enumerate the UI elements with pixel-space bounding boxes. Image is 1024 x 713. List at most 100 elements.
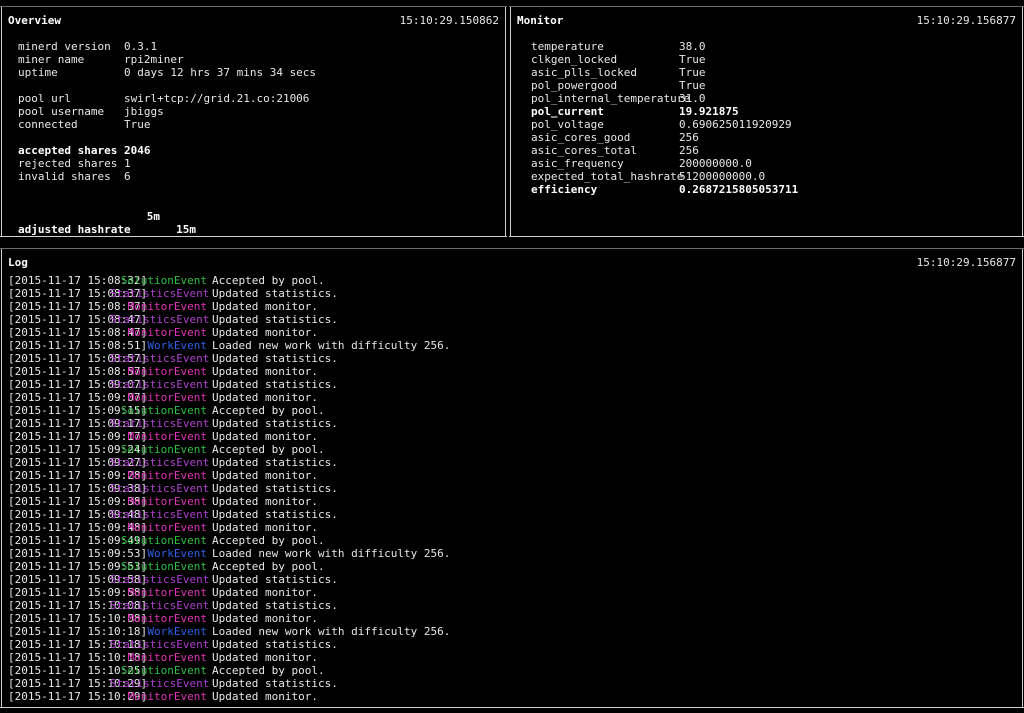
overview-clock: 15:10:29.150862 [400, 14, 499, 27]
log-entry-message: Updated monitor. [212, 521, 318, 534]
log-entry-event-type: SolutionEvent [110, 664, 207, 677]
overview-stat-key: connected [18, 118, 78, 131]
log-entry-event-type: SolutionEvent [110, 534, 207, 547]
monitor-stat-key: efficiency [531, 183, 597, 196]
overview-stat-row: invalid shares6 [0, 170, 507, 183]
overview-stat-row: pool username jbiggs [0, 105, 507, 118]
hashrate-col-15m: 15m [156, 223, 196, 236]
overview-stat-row: connectedTrue [0, 118, 507, 131]
monitor-stat-row: asic_cores_total256 [509, 144, 1024, 157]
monitor-stat-value: 19.921875 [679, 105, 739, 118]
log-bottom-border [0, 707, 1024, 708]
log-entry: [2015-11-17 15:09:24]SolutionEventAccept… [0, 443, 1024, 456]
monitor-stat-value: 38.0 [679, 40, 706, 53]
log-panel[interactable]: Log 15:10:29.156877 [2015-11-17 15:08:32… [0, 248, 1024, 708]
log-title: Log [8, 256, 28, 269]
overview-stat-value: jbiggs [124, 105, 164, 118]
monitor-stat-row: clkgen_locked True [509, 53, 1024, 66]
log-entry: [2015-11-17 15:08:32]SolutionEventAccept… [0, 274, 1024, 287]
log-entry-event-type: StatisticsEvent [110, 287, 207, 300]
log-entry-event-type: MonitorEvent [110, 430, 207, 443]
log-entry: [2015-11-17 15:10:08]MonitorEventUpdated… [0, 612, 1024, 625]
log-entry-event-type: StatisticsEvent [110, 313, 207, 326]
monitor-panel: Monitor 15:10:29.156877 temperature38.0c… [509, 6, 1024, 237]
log-entry-message: Updated statistics. [212, 287, 338, 300]
log-entry-message: Updated monitor. [212, 495, 318, 508]
monitor-stat-value: 0.690625011920929 [679, 118, 792, 131]
log-entry-message: Updated statistics. [212, 378, 338, 391]
overview-stat-value: 6 [124, 170, 131, 183]
hashrate-value-row: adjusted hashrate 62.31 52.53 53.14 GH/s [0, 210, 507, 223]
log-entry-event-type: StatisticsEvent [110, 599, 207, 612]
log-entry-event-type: MonitorEvent [110, 300, 207, 313]
log-entry: [2015-11-17 15:10:25]SolutionEventAccept… [0, 664, 1024, 677]
monitor-stat-value: 31.0 [679, 92, 706, 105]
log-entry: [2015-11-17 15:08:37]StatisticsEventUpda… [0, 287, 1024, 300]
log-entry: [2015-11-17 15:09:17]MonitorEventUpdated… [0, 430, 1024, 443]
overview-stat-row: miner namerpi2miner [0, 53, 507, 66]
log-entry-event-type: MonitorEvent [110, 651, 207, 664]
overview-stats-list: minerd version0.3.1miner namerpi2minerup… [0, 40, 507, 183]
log-entry-event-type: SolutionEvent [110, 274, 207, 287]
monitor-stat-value: 256 [679, 144, 699, 157]
overview-stat-key: pool username [18, 105, 104, 118]
overview-stat-value: swirl+tcp://grid.21.co:21006 [124, 92, 309, 105]
log-entry-message: Updated statistics. [212, 599, 338, 612]
log-entry-message: Updated statistics. [212, 456, 338, 469]
monitor-stat-key: asic_plls_locked [531, 66, 637, 79]
monitor-stat-row: pol_powergoodTrue [509, 79, 1024, 92]
log-entry-event-type: WorkEvent [110, 547, 207, 560]
monitor-stat-key: clkgen_locked [531, 53, 617, 66]
log-entry-message: Updated monitor. [212, 586, 318, 599]
log-entry: [2015-11-17 15:09:58]StatisticsEventUpda… [0, 573, 1024, 586]
log-entry-message: Loaded new work with difficulty 256. [212, 339, 450, 352]
overview-stat-row: accepted shares2046 [0, 144, 507, 157]
overview-stat-value: 0.3.1 [124, 40, 157, 53]
log-entry: [2015-11-17 15:09:07]MonitorEventUpdated… [0, 391, 1024, 404]
log-entry-event-type: StatisticsEvent [110, 352, 207, 365]
log-entry-message: Updated monitor. [212, 690, 318, 703]
log-entry-event-type: MonitorEvent [110, 326, 207, 339]
monitor-stat-key: pol_powergood [531, 79, 617, 92]
log-entry-event-type: StatisticsEvent [110, 482, 207, 495]
log-entry-event-type: StatisticsEvent [110, 456, 207, 469]
log-entry-message: Accepted by pool. [212, 274, 325, 287]
log-entry-message: Updated statistics. [212, 573, 338, 586]
log-entry: [2015-11-17 15:09:38]MonitorEventUpdated… [0, 495, 1024, 508]
log-entry-event-type: MonitorEvent [110, 391, 207, 404]
hashrate-header-row: 5m 15m 60m [0, 197, 507, 210]
overview-panel: Overview 15:10:29.150862 minerd version0… [0, 6, 507, 237]
log-entry-event-type: StatisticsEvent [110, 417, 207, 430]
overview-titlebar: Overview 15:10:29.150862 [0, 7, 507, 27]
log-entry-message: Accepted by pool. [212, 664, 325, 677]
log-entry: [2015-11-17 15:10:29]MonitorEventUpdated… [0, 690, 1024, 703]
log-entry-message: Loaded new work with difficulty 256. [212, 625, 450, 638]
log-entry: [2015-11-17 15:09:49]SolutionEventAccept… [0, 534, 1024, 547]
monitor-stat-value: True [679, 53, 706, 66]
log-entry-event-type: MonitorEvent [110, 495, 207, 508]
overview-stat-row: rejected shares1 [0, 157, 507, 170]
log-entry: [2015-11-17 15:09:07]StatisticsEventUpda… [0, 378, 1024, 391]
log-entry-message: Updated statistics. [212, 352, 338, 365]
monitor-titlebar: Monitor 15:10:29.156877 [509, 7, 1024, 27]
log-entry-event-type: SolutionEvent [110, 443, 207, 456]
monitor-bottom-border [509, 236, 1024, 237]
log-entry-event-type: SolutionEvent [110, 560, 207, 573]
log-entry: [2015-11-17 15:09:48]MonitorEventUpdated… [0, 521, 1024, 534]
log-entry: [2015-11-17 15:08:57]MonitorEventUpdated… [0, 365, 1024, 378]
log-entry: [2015-11-17 15:09:38]StatisticsEventUpda… [0, 482, 1024, 495]
log-entry: [2015-11-17 15:09:53]WorkEventLoaded new… [0, 547, 1024, 560]
overview-stat-row: minerd version0.3.1 [0, 40, 507, 53]
monitor-stat-key: asic_frequency [531, 157, 624, 170]
log-entry: [2015-11-17 15:08:51]WorkEventLoaded new… [0, 339, 1024, 352]
log-entry-message: Updated monitor. [212, 326, 318, 339]
overview-hashrate-table: 5m 15m 60m adjusted hashrate 62.31 52.53… [0, 197, 507, 223]
log-entry-event-type: MonitorEvent [110, 690, 207, 703]
log-entry: [2015-11-17 15:08:47]MonitorEventUpdated… [0, 326, 1024, 339]
log-entry-message: Accepted by pool. [212, 404, 325, 417]
overview-stat-key: uptime [18, 66, 58, 79]
log-entry-list[interactable]: [2015-11-17 15:08:32]SolutionEventAccept… [0, 274, 1024, 703]
monitor-stat-row: asic_plls_lockedTrue [509, 66, 1024, 79]
log-entry: [2015-11-17 15:08:57]StatisticsEventUpda… [0, 352, 1024, 365]
overview-stat-row: pool urlswirl+tcp://grid.21.co:21006 [0, 92, 507, 105]
